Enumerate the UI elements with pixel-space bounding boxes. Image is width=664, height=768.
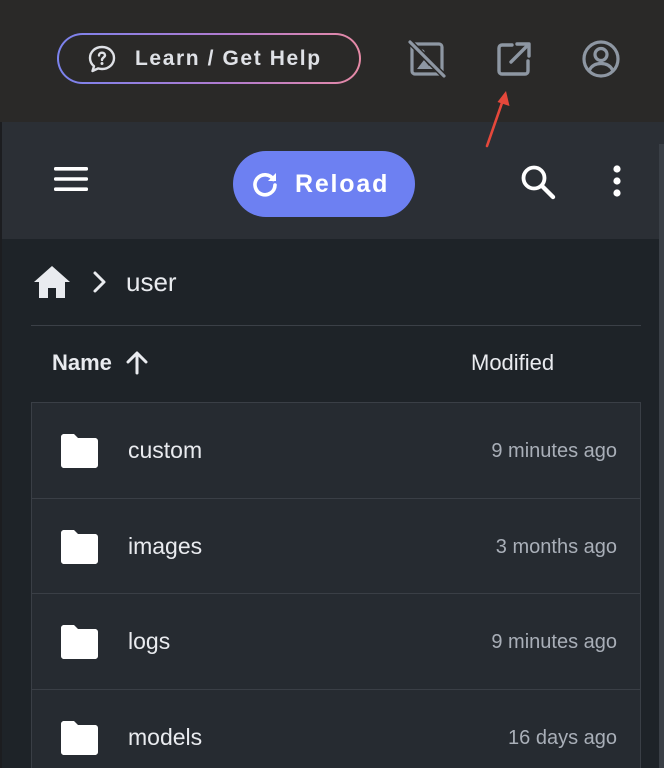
breadcrumb-current[interactable]: user	[126, 267, 177, 298]
table-row[interactable]: images 3 months ago	[32, 499, 640, 594]
row-modified: 16 days ago	[508, 726, 617, 749]
column-header-modified[interactable]: Modified	[471, 350, 554, 376]
learn-get-help-label: Learn / Get Help	[135, 46, 322, 70]
row-modified: 9 minutes ago	[491, 631, 617, 653]
table-row[interactable]: models 16 days ago	[32, 690, 640, 768]
annotation-arrow	[485, 91, 510, 148]
refresh-icon	[253, 172, 277, 197]
folder-icon	[61, 529, 98, 564]
row-name: logs	[128, 628, 171, 654]
top-bar: Learn / Get Help	[0, 0, 664, 122]
home-icon[interactable]	[32, 263, 72, 301]
row-name: images	[128, 532, 203, 559]
table-row[interactable]: custom 9 minutes ago	[32, 403, 640, 499]
row-name: custom	[128, 437, 203, 463]
folder-icon	[61, 434, 98, 468]
table-header: Name Modified	[31, 326, 641, 402]
reload-button[interactable]: Reload	[233, 151, 415, 217]
reload-label: Reload	[295, 169, 390, 198]
panel-toolbar: Reload	[2, 122, 659, 239]
more-vertical-icon[interactable]	[605, 162, 629, 202]
open-external-icon[interactable]	[494, 39, 534, 79]
folder-icon	[61, 625, 98, 659]
menu-icon[interactable]	[52, 164, 90, 194]
folder-icon	[61, 720, 98, 755]
image-off-icon[interactable]	[407, 39, 447, 79]
table-row[interactable]: logs 9 minutes ago	[32, 594, 640, 690]
learn-get-help-button[interactable]: Learn / Get Help	[57, 33, 361, 84]
file-browser-panel: Reload user Name Modified custom 9 minut…	[2, 122, 664, 768]
file-list-area: user Name Modified custom 9 minutes ago …	[2, 239, 659, 768]
file-list: custom 9 minutes ago images 3 months ago…	[31, 402, 641, 768]
breadcrumb: user	[32, 261, 177, 303]
row-modified: 3 months ago	[495, 535, 617, 558]
arrow-up-icon	[126, 351, 148, 375]
chevron-right-icon	[93, 271, 106, 293]
learn-get-help-button-inner: Learn / Get Help	[59, 35, 359, 82]
row-modified: 9 minutes ago	[491, 440, 617, 462]
help-bubble-icon	[88, 45, 116, 72]
scrollbar-track[interactable]	[659, 144, 664, 768]
account-icon[interactable]	[581, 39, 621, 79]
row-name: models	[128, 723, 203, 750]
search-icon[interactable]	[518, 162, 558, 202]
column-header-name-label: Name	[52, 350, 112, 375]
column-header-name[interactable]: Name	[52, 350, 150, 376]
